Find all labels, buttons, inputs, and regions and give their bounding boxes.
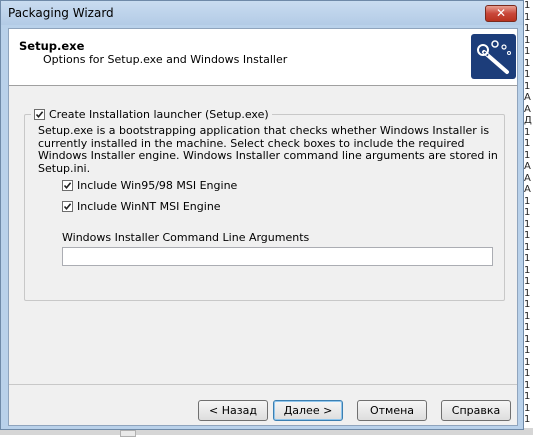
checkmark-icon bbox=[63, 203, 72, 211]
background-text: 1 bbox=[524, 57, 531, 69]
background-text: 1 bbox=[524, 138, 531, 149]
background-text: 1 bbox=[524, 276, 531, 287]
wizard-header: Setup.exe Options for Setup.exe and Wind… bbox=[9, 29, 517, 86]
close-icon: ✕ bbox=[495, 6, 507, 20]
win95-msi-label: Include Win95/98 MSI Engine bbox=[77, 179, 238, 192]
background-text: А bbox=[524, 161, 531, 172]
title-bar[interactable]: Packaging Wizard ✕ bbox=[1, 1, 523, 25]
background-text: 1 bbox=[524, 80, 531, 92]
background-text: 1 bbox=[524, 46, 531, 57]
packaging-wizard-window: Packaging Wizard ✕ Setup.exe Options for… bbox=[0, 0, 524, 430]
winnt-msi-label: Include WinNT MSI Engine bbox=[77, 200, 221, 213]
background-text: 1 bbox=[524, 218, 531, 230]
background-text: 1 bbox=[524, 149, 531, 161]
background-text: 1 bbox=[524, 23, 531, 34]
page-subtitle: Options for Setup.exe and Windows Instal… bbox=[43, 53, 288, 66]
background-text: 1 bbox=[524, 368, 531, 379]
background-text: 1 bbox=[524, 299, 531, 310]
background-text: Д bbox=[524, 115, 532, 126]
command-line-args-input[interactable] bbox=[62, 247, 493, 266]
checkmark-icon bbox=[35, 110, 44, 118]
create-launcher-label: Create Installation launcher (Setup.exe) bbox=[49, 107, 269, 121]
background-text: 1 bbox=[524, 402, 531, 414]
button-separator bbox=[9, 384, 517, 385]
background-text: 1 bbox=[524, 345, 531, 356]
win95-msi-option[interactable]: Include Win95/98 MSI Engine bbox=[62, 179, 237, 192]
background-text: 1 bbox=[524, 287, 531, 299]
close-button[interactable]: ✕ bbox=[485, 5, 517, 22]
background-text: А bbox=[524, 103, 531, 115]
background-text: 1 bbox=[524, 264, 531, 276]
background-text: 1 bbox=[524, 356, 531, 368]
win95-msi-checkbox[interactable] bbox=[62, 180, 73, 191]
create-launcher-checkbox[interactable] bbox=[34, 108, 45, 120]
background-text: А bbox=[524, 184, 531, 195]
background-text: 1 bbox=[524, 126, 531, 138]
background-text: 1 bbox=[524, 379, 531, 391]
winnt-msi-checkbox[interactable] bbox=[62, 201, 73, 212]
command-line-args-label: Windows Installer Command Line Arguments bbox=[62, 231, 310, 244]
background-window-edge: 11111111ААД111ААА11111111111111111111 bbox=[524, 0, 533, 435]
background-text: 1 bbox=[524, 310, 531, 322]
background-text: 1 bbox=[524, 0, 531, 11]
background-text: 1 bbox=[524, 391, 531, 402]
page-title: Setup.exe bbox=[19, 39, 85, 53]
background-text: 1 bbox=[524, 230, 531, 241]
background-text: 1 bbox=[524, 414, 531, 425]
wizard-body: Setup.exe Options for Setup.exe and Wind… bbox=[8, 28, 518, 426]
back-button[interactable]: < Назад bbox=[198, 400, 268, 421]
next-button[interactable]: Далее > bbox=[273, 400, 343, 421]
background-text: 1 bbox=[524, 11, 531, 23]
winnt-msi-option[interactable]: Include WinNT MSI Engine bbox=[62, 200, 221, 213]
background-text: 1 bbox=[524, 195, 531, 207]
magic-wand-icon bbox=[471, 34, 516, 79]
checkmark-icon bbox=[63, 182, 72, 190]
help-button[interactable]: Справка bbox=[441, 400, 511, 421]
cancel-button[interactable]: Отмена bbox=[357, 400, 427, 421]
background-text: 1 bbox=[524, 322, 531, 333]
background-text: 1 bbox=[524, 253, 531, 264]
background-text: 1 bbox=[524, 207, 531, 218]
background-text: 1 bbox=[524, 241, 531, 253]
background-text: А bbox=[524, 172, 531, 184]
background-text: 1 bbox=[524, 333, 531, 345]
create-launcher-checkbox-row[interactable]: Create Installation launcher (Setup.exe) bbox=[31, 106, 272, 122]
window-title: Packaging Wizard bbox=[8, 6, 114, 20]
background-text: А bbox=[524, 92, 531, 103]
launcher-description: Setup.exe is a bootstrapping application… bbox=[38, 124, 498, 175]
background-text: 1 bbox=[524, 69, 531, 80]
background-text: 1 bbox=[524, 34, 531, 46]
